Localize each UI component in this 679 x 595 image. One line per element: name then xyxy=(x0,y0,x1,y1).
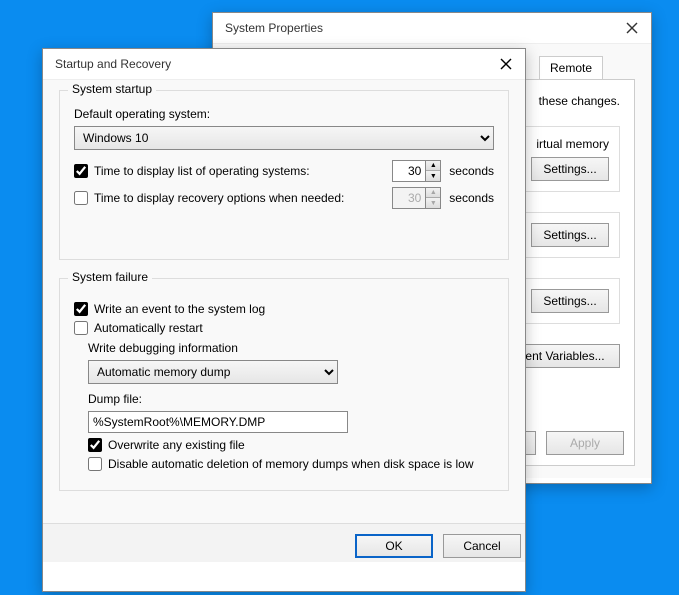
auto-restart-checkbox[interactable]: Automatically restart xyxy=(74,321,203,335)
time-os-list-label: Time to display list of operating system… xyxy=(94,164,310,178)
seconds-label-1: seconds xyxy=(449,164,494,178)
bg-settings-button-2[interactable]: Settings... xyxy=(531,223,609,247)
seconds-label-2: seconds xyxy=(449,191,494,205)
spin-down-icon[interactable]: ▼ xyxy=(426,198,440,208)
group-failure-label: System failure xyxy=(68,270,152,284)
time-os-list-checkbox[interactable]: Time to display list of operating system… xyxy=(74,164,310,178)
fg-titlebar: Startup and Recovery xyxy=(43,49,525,80)
spin-up-icon[interactable]: ▲ xyxy=(426,188,440,198)
time-recovery-checkbox[interactable]: Time to display recovery options when ne… xyxy=(74,191,344,205)
default-os-dropdown[interactable]: Windows 10 xyxy=(74,126,494,150)
dump-file-input[interactable] xyxy=(88,411,348,433)
dump-file-label: Dump file: xyxy=(88,392,142,406)
bg-apply-button[interactable]: Apply xyxy=(546,431,624,455)
debug-info-dropdown[interactable]: Automatic memory dump xyxy=(88,360,338,384)
write-debug-label: Write debugging information xyxy=(88,341,238,355)
overwrite-checkbox[interactable]: Overwrite any existing file xyxy=(88,438,245,452)
spin-down-icon[interactable]: ▼ xyxy=(426,171,440,181)
bg-title: System Properties xyxy=(225,21,323,35)
disable-delete-label: Disable automatic deletion of memory dum… xyxy=(108,457,474,471)
bg-env-vars-button[interactable]: ent Variables... xyxy=(510,344,620,368)
auto-restart-label: Automatically restart xyxy=(94,321,203,335)
bg-titlebar: System Properties xyxy=(213,13,651,44)
time-os-list-spinner[interactable]: ▲ ▼ xyxy=(392,160,441,182)
bg-virtual-memory-text: irtual memory xyxy=(536,137,609,151)
write-event-checkbox[interactable]: Write an event to the system log xyxy=(74,302,265,316)
group-system-startup: System startup Default operating system:… xyxy=(59,90,509,260)
dialog-button-row: OK Cancel xyxy=(43,523,525,562)
bg-settings-button-1[interactable]: Settings... xyxy=(531,157,609,181)
group-startup-label: System startup xyxy=(68,82,156,96)
write-event-label: Write an event to the system log xyxy=(94,302,265,316)
bg-settings-button-3[interactable]: Settings... xyxy=(531,289,609,313)
fg-title: Startup and Recovery xyxy=(55,57,171,71)
overwrite-label: Overwrite any existing file xyxy=(108,438,245,452)
time-recovery-spinner[interactable]: ▲ ▼ xyxy=(392,187,441,209)
cancel-button[interactable]: Cancel xyxy=(443,534,521,558)
disable-delete-checkbox[interactable]: Disable automatic deletion of memory dum… xyxy=(88,457,474,471)
ok-button[interactable]: OK xyxy=(355,534,433,558)
startup-recovery-dialog: Startup and Recovery System startup Defa… xyxy=(42,48,526,592)
bg-close-icon[interactable] xyxy=(625,21,639,35)
time-recovery-label: Time to display recovery options when ne… xyxy=(94,191,344,205)
default-os-label: Default operating system: xyxy=(74,107,210,121)
close-icon[interactable] xyxy=(499,57,513,71)
group-system-failure: System failure Write an event to the sys… xyxy=(59,278,509,491)
spin-up-icon[interactable]: ▲ xyxy=(426,161,440,171)
tab-remote[interactable]: Remote xyxy=(539,56,603,79)
